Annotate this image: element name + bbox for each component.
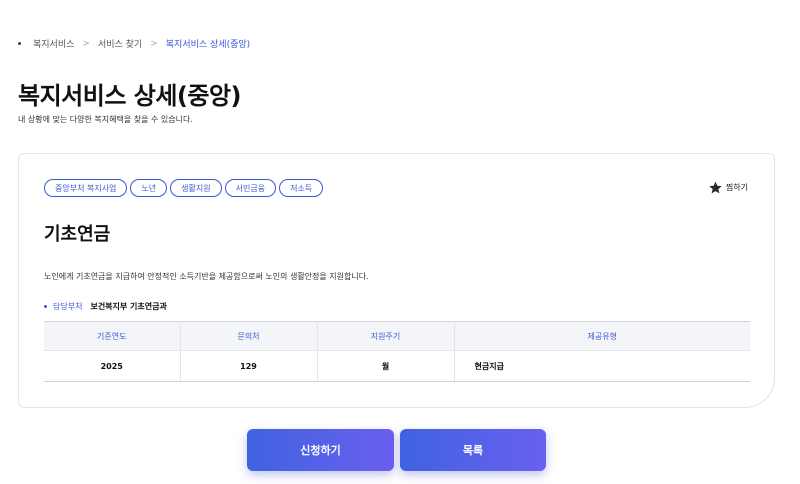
- service-card: 중앙부처 복지사업 노년 생활지원 서민금융 저소득 찜하기 기초연금 노인에게…: [18, 153, 775, 408]
- star-icon: [709, 181, 722, 194]
- breadcrumb-separator: >: [150, 38, 158, 49]
- favorite-label: 찜하기: [725, 183, 748, 192]
- breadcrumb: 복지서비스 > 서비스 찾기 > 복지서비스 상세(중앙): [18, 37, 250, 50]
- apply-button[interactable]: 신청하기: [247, 429, 394, 471]
- cell-support-cycle: 월: [317, 350, 455, 382]
- table-header-row: 기준연도 문의처 지원주기 제공유형: [44, 321, 750, 351]
- service-description: 노인에게 기초연금을 지급하여 안정적인 소득기반을 제공함으로써 노인의 생활…: [44, 272, 369, 281]
- table-row: 2025 129 월 현금지급: [44, 350, 750, 382]
- favorite-button[interactable]: 찜하기: [708, 180, 748, 195]
- header-provision-type: 제공유형: [454, 321, 750, 351]
- department-label: 담당부처: [53, 302, 83, 311]
- breadcrumb-item-find[interactable]: 서비스 찾기: [98, 37, 142, 50]
- service-name: 기초연금: [44, 224, 111, 245]
- tag-list: 중앙부처 복지사업 노년 생활지원 서민금융 저소득: [44, 179, 324, 197]
- tag-central-ministry[interactable]: 중앙부처 복지사업: [44, 179, 128, 197]
- breadcrumb-item-welfare[interactable]: 복지서비스: [33, 37, 74, 50]
- bullet-dot: [44, 305, 47, 308]
- header-support-cycle: 지원주기: [317, 321, 455, 351]
- cell-base-year: 2025: [44, 350, 181, 382]
- list-button[interactable]: 목록: [400, 429, 546, 471]
- service-info-table: 기준연도 문의처 지원주기 제공유형 2025 129 월 현금지급: [44, 321, 750, 382]
- breadcrumb-item-current: 복지서비스 상세(중앙): [165, 40, 251, 50]
- header-base-year: 기준연도: [44, 321, 181, 351]
- cell-provision-type: 현금지급: [454, 350, 750, 382]
- tag-senior[interactable]: 노년: [130, 179, 168, 197]
- breadcrumb-home-dot: [18, 42, 21, 45]
- header-contact: 문의처: [180, 321, 318, 351]
- page-title: 복지서비스 상세(중앙): [18, 82, 242, 110]
- department-value: 보건복지부 기초연금과: [90, 302, 167, 311]
- department-info: 담당부처 보건복지부 기초연금과: [44, 301, 167, 312]
- page-subtitle: 내 상황에 맞는 다양한 복지혜택을 찾을 수 있습니다.: [18, 115, 193, 124]
- tag-microfinance[interactable]: 서민금융: [224, 179, 277, 197]
- breadcrumb-separator: >: [82, 38, 90, 49]
- tag-low-income[interactable]: 저소득: [279, 179, 324, 197]
- cell-contact: 129: [180, 350, 318, 382]
- tag-living-support[interactable]: 생활지원: [170, 179, 222, 197]
